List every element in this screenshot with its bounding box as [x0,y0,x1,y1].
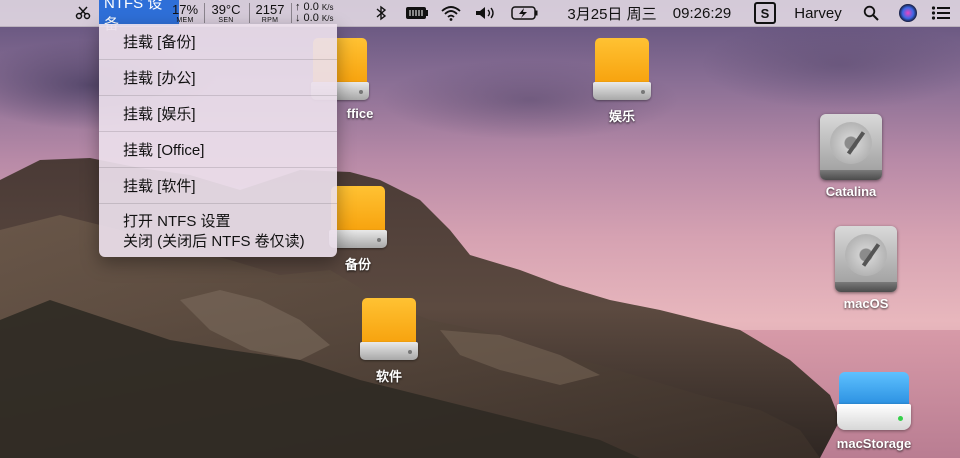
menu-bar: NTFS 设备 17%MEM 39°CSEN 2157RPM ↑ 0.0 K/s… [0,0,960,33]
bluetooth-icon[interactable] [372,0,390,26]
net-unit: K/s [321,3,334,12]
hard-drive-icon [835,226,897,292]
menu-item-open-settings[interactable]: 打开 NTFS 设置 [123,212,337,232]
desktop-icon-label: 备份 [344,257,371,272]
volume-icon[interactable] [472,0,500,26]
desktop-drive-macstorage[interactable]: macStorage [824,372,924,451]
desktop-icon-label: macStorage [836,436,912,451]
fan-stat[interactable]: 2157 RPM [252,0,288,26]
drive-icon [360,298,418,362]
menu-separator [204,3,205,23]
desktop-icon-label: Catalina [825,184,877,199]
drive-icon [329,186,387,250]
net-unit: K/s [321,14,334,23]
fan-label: RPM [261,16,279,24]
menu-item-close[interactable]: 关闭 (关闭后 NTFS 卷仅读) [123,232,337,252]
app-s-icon[interactable]: S [754,0,776,26]
ntfs-dropdown-menu: 挂载 [备份] 挂载 [办公] 挂载 [娱乐] 挂载 [Office] 挂载 [… [99,24,337,257]
battery-status-icon[interactable] [404,0,430,26]
fan-value: 2157 [255,1,285,17]
menu-item-mount-software[interactable]: 挂载 [软件] [99,168,337,204]
ntfs-menu[interactable]: NTFS 设备 [99,0,179,33]
memory-label: MEM [176,16,194,24]
network-stat[interactable]: ↑ 0.0 K/s ↓ 0.0 K/s [295,0,350,26]
menu-item-mount-office[interactable]: 挂载 [Office] [99,132,337,168]
desktop-drive-catalina[interactable]: Catalina [801,114,901,199]
battery-icon[interactable] [510,0,540,26]
sensor-value: 39°C [211,1,241,17]
menu-item-mount-office-cn[interactable]: 挂载 [办公] [99,60,337,96]
menu-date[interactable]: 3月25日 周三 [552,0,672,26]
net-down: ↓ 0.0 [295,12,319,24]
drive-icon [593,38,651,102]
desktop: ffice 娱乐 备份 软件 Catalina macOS macStorage… [0,0,960,458]
desktop-icon-label: macOS [843,296,889,311]
siri-icon[interactable] [896,0,920,26]
desktop-drive-macos[interactable]: macOS [816,226,916,311]
desktop-icon-label: 软件 [375,369,402,384]
menu-time[interactable]: 09:26:29 [664,0,740,26]
search-icon[interactable] [860,0,882,26]
external-drive-icon [837,372,911,432]
scissors-icon[interactable] [72,0,94,26]
menu-item-mount-backup[interactable]: 挂载 [备份] [99,24,337,60]
desktop-icon-label: 娱乐 [608,109,635,124]
control-center-icon[interactable] [928,0,954,26]
menu-separator [249,3,250,23]
sensor-label: SEN [218,16,234,24]
memory-stat[interactable]: 17% MEM [169,0,201,26]
wifi-icon[interactable] [438,0,464,26]
menu-separator [291,3,292,23]
desktop-drive-entertainment[interactable]: 娱乐 [572,38,672,125]
desktop-drive-software[interactable]: 软件 [339,298,439,385]
sensor-stat[interactable]: 39°C SEN [207,0,245,26]
user-menu[interactable]: Harvey [786,0,850,26]
hard-drive-icon [820,114,882,180]
desktop-icon-label: ffice [346,106,374,121]
memory-value: 17% [171,1,199,17]
menu-item-mount-entertainment[interactable]: 挂载 [娱乐] [99,96,337,132]
